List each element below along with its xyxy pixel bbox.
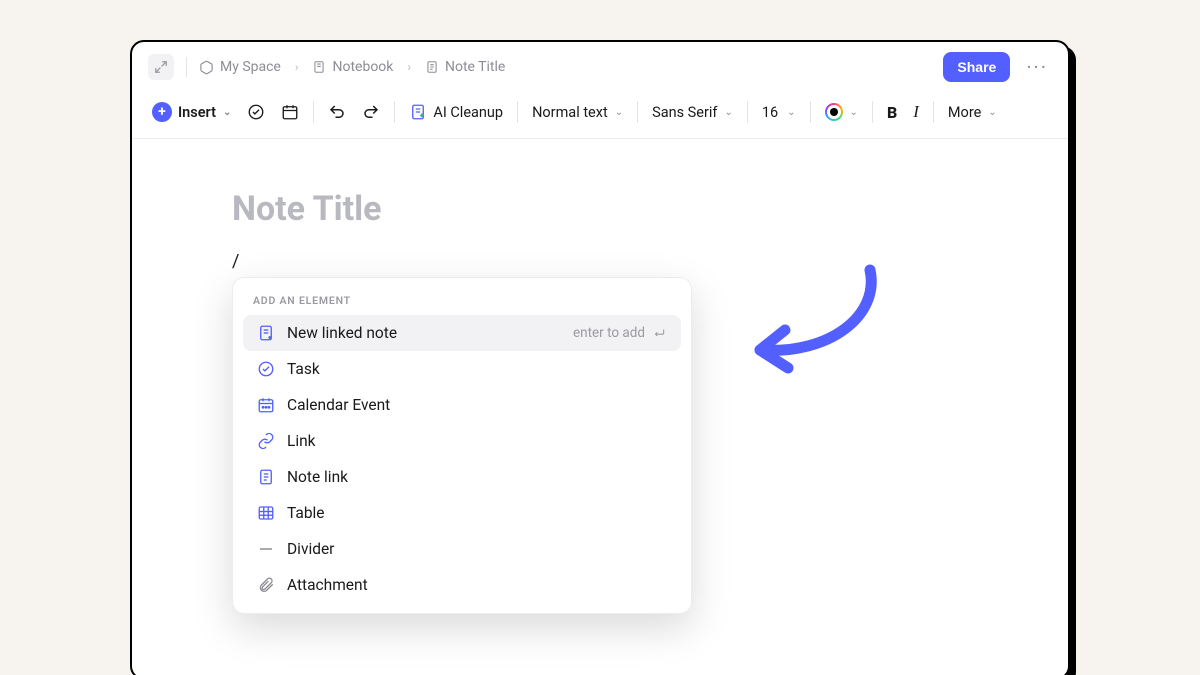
popup-item-note-link[interactable]: Note link	[243, 459, 681, 495]
breadcrumb-notebook[interactable]: Notebook	[312, 59, 393, 75]
slash-command-text[interactable]: /	[232, 251, 968, 272]
popup-item-attachment[interactable]: Attachment	[243, 567, 681, 603]
text-color-dropdown[interactable]: ⌄	[821, 99, 862, 125]
chevron-down-icon: ⌄	[988, 107, 996, 118]
divider	[933, 101, 934, 123]
divider	[637, 101, 638, 123]
undo-button[interactable]	[324, 99, 350, 125]
note-title-placeholder[interactable]: Note Title	[232, 189, 968, 229]
more-format-dropdown[interactable]: More ⌄	[944, 100, 1001, 125]
breadcrumb-notebook-label: Notebook	[332, 59, 393, 75]
text-style-label: Normal text	[532, 104, 608, 121]
divider	[747, 101, 748, 123]
chevron-right-icon: ›	[405, 60, 413, 74]
chevron-down-icon: ⌄	[787, 107, 795, 118]
popup-item-new-linked-note[interactable]: New linked note enter to add	[243, 315, 681, 351]
plus-icon: +	[152, 102, 172, 122]
insert-button[interactable]: + Insert ⌄	[148, 98, 235, 126]
popup-item-task[interactable]: Task	[243, 351, 681, 387]
divider-icon	[257, 540, 275, 558]
popup-item-label: Table	[287, 504, 325, 522]
divider	[186, 57, 187, 77]
popup-item-label: Task	[287, 360, 320, 378]
popup-item-link[interactable]: Link	[243, 423, 681, 459]
expand-icon[interactable]	[148, 54, 174, 80]
breadcrumb-note[interactable]: Note Title	[425, 59, 505, 75]
popup-item-label: Link	[287, 432, 316, 450]
note-plus-icon	[257, 324, 275, 342]
calendar-icon	[257, 396, 275, 414]
popup-item-label: Attachment	[287, 576, 368, 594]
topbar: My Space › Notebook › Note Title Share ·…	[132, 42, 1068, 92]
breadcrumb-space-label: My Space	[220, 59, 281, 75]
divider	[517, 101, 518, 123]
popup-item-divider[interactable]: Divider	[243, 531, 681, 567]
italic-button[interactable]: I	[909, 98, 923, 126]
paperclip-icon	[257, 576, 275, 594]
popup-item-calendar-event[interactable]: Calendar Event	[243, 387, 681, 423]
popup-item-label: Divider	[287, 540, 334, 558]
bold-button[interactable]: B	[883, 99, 901, 126]
chevron-down-icon: ⌄	[615, 107, 623, 118]
chevron-down-icon: ⌄	[223, 107, 231, 118]
popup-heading: ADD AN ELEMENT	[239, 288, 685, 315]
popup-item-label: New linked note	[287, 324, 397, 342]
ai-cleanup-button[interactable]: AI Cleanup	[405, 99, 507, 125]
color-ring-icon	[825, 103, 843, 121]
popup-item-label: Calendar Event	[287, 396, 390, 414]
note-editor-window: My Space › Notebook › Note Title Share ·…	[130, 40, 1070, 675]
ai-cleanup-label: AI Cleanup	[433, 104, 503, 121]
breadcrumb-space[interactable]: My Space	[199, 59, 281, 75]
note-icon	[257, 468, 275, 486]
format-toolbar: + Insert ⌄ AI Cleanup Normal text ⌄ San	[132, 92, 1068, 139]
breadcrumb-note-label: Note Title	[445, 59, 505, 75]
editor-canvas[interactable]: Note Title / ADD AN ELEMENT New linked n…	[132, 139, 1068, 675]
slash-command-popup: ADD AN ELEMENT New linked note enter to …	[232, 277, 692, 614]
calendar-button[interactable]	[277, 99, 303, 125]
more-menu-icon[interactable]: ···	[1022, 55, 1052, 79]
link-icon	[257, 432, 275, 450]
font-family-dropdown[interactable]: Sans Serif ⌄	[648, 100, 737, 125]
chevron-down-icon: ⌄	[724, 107, 732, 118]
task-icon	[257, 360, 275, 378]
font-size-dropdown[interactable]: 16 ⌄	[758, 100, 800, 125]
chevron-right-icon: ›	[293, 60, 301, 74]
table-icon	[257, 504, 275, 522]
redo-button[interactable]	[358, 99, 384, 125]
insert-label: Insert	[178, 104, 216, 121]
divider	[872, 101, 873, 123]
font-family-label: Sans Serif	[652, 104, 717, 121]
popup-item-label: Note link	[287, 468, 348, 486]
share-button[interactable]: Share	[943, 52, 1010, 82]
divider	[810, 101, 811, 123]
task-toggle-button[interactable]	[243, 99, 269, 125]
font-size-value: 16	[762, 104, 778, 121]
text-style-dropdown[interactable]: Normal text ⌄	[528, 100, 627, 125]
more-label: More	[948, 104, 981, 121]
divider	[313, 101, 314, 123]
divider	[394, 101, 395, 123]
chevron-down-icon: ⌄	[850, 107, 858, 118]
popup-item-table[interactable]: Table	[243, 495, 681, 531]
popup-item-hint: enter to add	[573, 325, 667, 341]
